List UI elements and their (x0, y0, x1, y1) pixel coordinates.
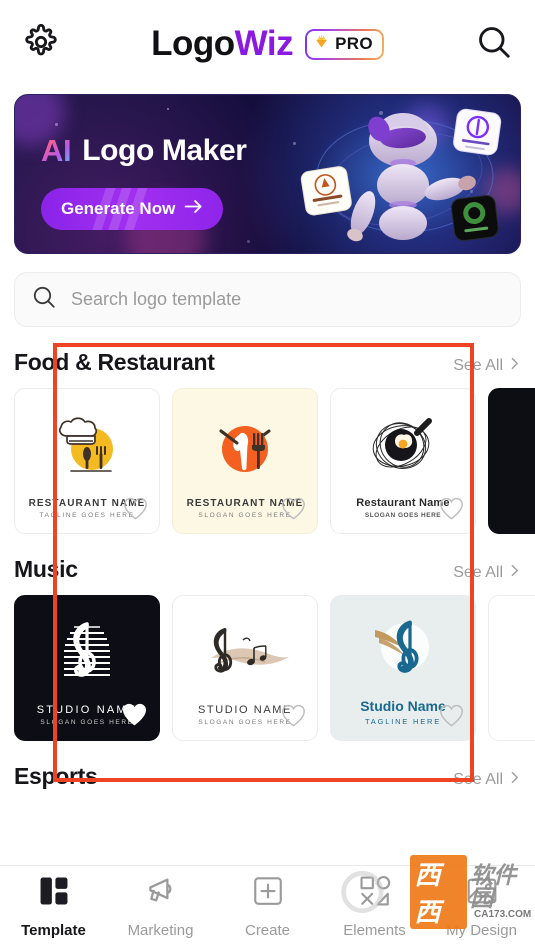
grid-layout-icon (37, 874, 71, 913)
generate-now-button[interactable]: Generate Now (41, 188, 224, 230)
ai-logo-maker-banner[interactable]: AI Logo Maker Generate Now (14, 94, 521, 254)
arrow-right-icon (184, 199, 203, 219)
app-logo-title: LogoWiz (151, 24, 293, 64)
card-artwork (15, 596, 159, 704)
header-search-button[interactable] (471, 21, 517, 67)
app-header: LogoWiz PRO (0, 0, 535, 88)
card-title: Studio Name (360, 698, 446, 714)
see-all-food-button[interactable]: See All (453, 357, 521, 375)
banner-ai-text: AI (41, 133, 72, 168)
banner-title: AI Logo Maker (41, 133, 247, 169)
see-all-label: See All (453, 357, 503, 374)
plate-fork-spoon-icon (219, 425, 271, 472)
favorite-heart-icon[interactable] (438, 496, 465, 526)
generate-now-label: Generate Now (61, 199, 176, 218)
chevron-right-icon (508, 357, 521, 375)
nav-item-my-design[interactable]: My Design (432, 874, 532, 939)
section-header-esports: Esports See All (0, 763, 535, 790)
favorite-heart-icon[interactable] (280, 703, 307, 733)
chevron-right-icon (508, 771, 521, 789)
card-title: STUDIO NAME (198, 704, 292, 716)
search-icon (31, 284, 57, 315)
template-card[interactable]: Studio Name TAGLINE HERE (330, 595, 476, 741)
bottom-navigation: Template Marketing Create Elements My De… (0, 865, 535, 951)
nav-item-template[interactable]: Template (4, 874, 104, 939)
card-artwork (173, 389, 317, 498)
card-tagline: TAGLINE GOES HERE (39, 512, 135, 519)
see-all-label: See All (453, 564, 503, 581)
pro-badge[interactable]: PRO (305, 28, 384, 60)
card-row-music[interactable]: STUDIO NAME SLOGAN GOES HERE STUDIO NAME… (0, 583, 535, 741)
see-all-esports-button[interactable]: See All (453, 771, 521, 789)
template-card[interactable]: RESTAURANT NAME TAGLINE GOES HERE (14, 388, 160, 534)
nav-item-create[interactable]: Create (218, 874, 318, 939)
brand-text-accent: Wiz (234, 24, 294, 63)
card-artwork (331, 596, 475, 698)
treble-clef-lines-icon (64, 622, 110, 677)
favorite-heart-icon[interactable] (120, 701, 149, 733)
robot-illustration (297, 101, 512, 251)
chevron-right-icon (508, 564, 521, 582)
nav-item-marketing[interactable]: Marketing (111, 874, 211, 939)
template-card[interactable]: STUDIO NAME SLOGAN GOES HERE (172, 595, 318, 741)
card-tagline: SLOGAN GOES HERE (364, 512, 442, 519)
template-card[interactable] (488, 595, 535, 741)
card-artwork (331, 389, 475, 497)
plus-square-icon (251, 874, 285, 913)
nav-label: Template (21, 922, 86, 939)
section-title-food: Food & Restaurant (14, 349, 215, 375)
pro-badge-label: PRO (335, 34, 373, 53)
card-tagline: SLOGAN GOES HERE (198, 719, 292, 726)
card-artwork (15, 389, 159, 498)
card-tagline: SLOGAN GOES HERE (198, 512, 292, 519)
diamond-gem-icon (313, 34, 330, 55)
settings-button[interactable] (18, 21, 64, 67)
section-header-music: Music See All (0, 556, 535, 583)
section-title-esports: Esports (14, 763, 98, 789)
brand-area: LogoWiz PRO (64, 24, 471, 64)
treble-clef-ribbon-icon (211, 628, 289, 673)
nav-label: My Design (446, 922, 517, 939)
image-icon (465, 874, 499, 913)
nav-label: Marketing (127, 922, 194, 939)
template-card[interactable]: Restaurant Name SLOGAN GOES HERE (330, 388, 476, 534)
treble-clef-feather-icon (375, 620, 429, 673)
brand-text-primary: Logo (151, 24, 235, 63)
card-title: Restaurant Name (356, 497, 450, 509)
app-root: LogoWiz PRO AI Logo Maker Generate Now S… (0, 0, 535, 951)
section-title-music: Music (14, 556, 78, 582)
search-input[interactable] (71, 289, 504, 310)
banner-title-text: Logo Maker (82, 134, 247, 167)
see-all-music-button[interactable]: See All (453, 564, 521, 582)
card-artwork (173, 596, 317, 704)
chef-hat-cutlery-icon (58, 416, 113, 472)
see-all-label: See All (453, 771, 503, 788)
favorite-heart-icon[interactable] (122, 496, 149, 526)
frying-pan-egg-icon (372, 418, 432, 469)
favorite-heart-icon[interactable] (280, 496, 307, 526)
template-card[interactable]: RESTAURANT NAME SLOGAN GOES HERE (172, 388, 318, 534)
search-bar[interactable] (14, 272, 521, 327)
search-icon (475, 23, 513, 66)
favorite-heart-icon[interactable] (438, 703, 465, 733)
card-row-food[interactable]: RESTAURANT NAME TAGLINE GOES HERE RESTAU… (0, 376, 535, 534)
nav-item-elements[interactable]: Elements (325, 874, 425, 939)
template-card[interactable]: STUDIO NAME SLOGAN GOES HERE (14, 595, 160, 741)
nav-label: Create (244, 922, 291, 939)
template-card[interactable] (488, 388, 535, 534)
gear-icon (23, 23, 59, 65)
section-header-food: Food & Restaurant See All (0, 349, 535, 376)
nav-label: Elements (343, 922, 406, 939)
card-tagline: TAGLINE HERE (364, 717, 442, 726)
megaphone-icon (144, 874, 178, 913)
shapes-icon (358, 874, 392, 913)
